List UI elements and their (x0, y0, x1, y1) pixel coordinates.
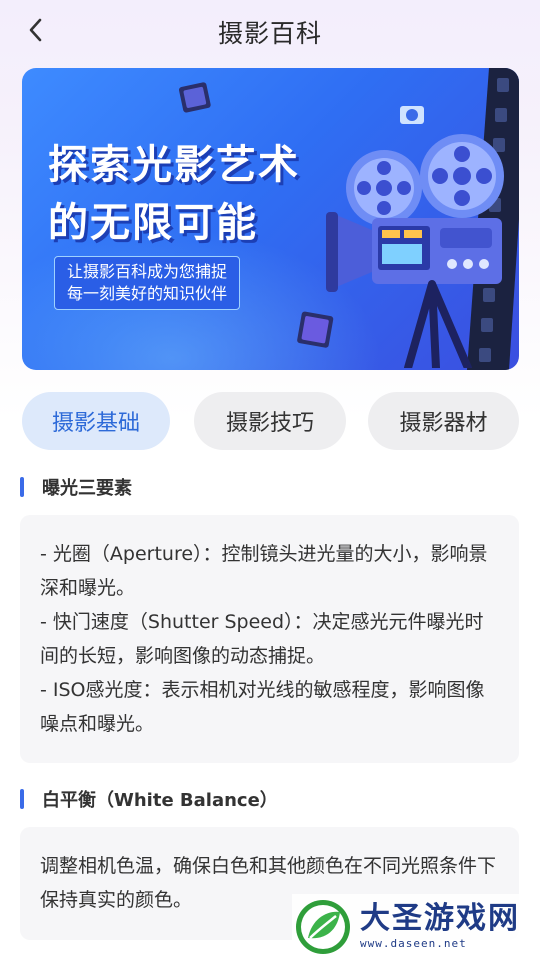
photo-card-decoration (178, 82, 211, 113)
content-line: - 快门速度（Shutter Speed）：决定感光元件曝光时间的长短，影响图像… (40, 611, 484, 667)
top-bar: 摄影百科 (0, 0, 540, 64)
banner-headline-line1: 探索光影艺术 (48, 142, 300, 188)
section-header: 白平衡（White Balance） (20, 787, 278, 811)
section-header: 曝光三要素 (20, 475, 132, 499)
banner-headline-line2: 的无限可能 (48, 200, 258, 246)
watermark-name: 大圣游戏网 (360, 901, 520, 936)
hero-banner[interactable]: 探索光影艺术 的无限可能 让摄影百科成为您捕捉 每一刻美好的知识伙伴 (22, 68, 519, 370)
content-line: - ISO感光度：表示相机对光线的敏感程度，影响图像噪点和曝光。 (40, 679, 485, 735)
content-line: - 光圈（Aperture）：控制镜头进光量的大小，影响景深和曝光。 (40, 543, 488, 599)
tab-photography-equipment[interactable]: 摄影器材 (368, 392, 519, 450)
page-title: 摄影百科 (217, 19, 322, 48)
section-title: 曝光三要素 (42, 478, 132, 499)
section-accent-bar (20, 789, 24, 809)
tab-photography-techniques[interactable]: 摄影技巧 (194, 392, 346, 450)
banner-caption-line1: 让摄影百科成为您捕捉 (67, 262, 228, 281)
banner-caption-line2: 每一刻美好的知识伙伴 (67, 284, 228, 303)
category-tabs: 摄影基础 摄影技巧 摄影器材 (22, 392, 519, 450)
site-watermark: 大圣游戏网 www.daseen.net (292, 894, 540, 960)
content-card: - 光圈（Aperture）：控制镜头进光量的大小，影响景深和曝光。 - 快门速… (20, 515, 519, 763)
tab-photography-basics[interactable]: 摄影基础 (22, 392, 170, 450)
section-title: 白平衡（White Balance） (42, 790, 278, 811)
banner-caption: 让摄影百科成为您捕捉 每一刻美好的知识伙伴 (54, 256, 241, 310)
banner-headline: 探索光影艺术 的无限可能 (48, 136, 300, 252)
film-camera-icon (326, 106, 504, 368)
watermark-text: 大圣游戏网 www.daseen.net (360, 902, 520, 952)
section-accent-bar (20, 477, 24, 497)
leaf-logo-icon (296, 900, 350, 954)
watermark-url: www.daseen.net (360, 937, 467, 950)
